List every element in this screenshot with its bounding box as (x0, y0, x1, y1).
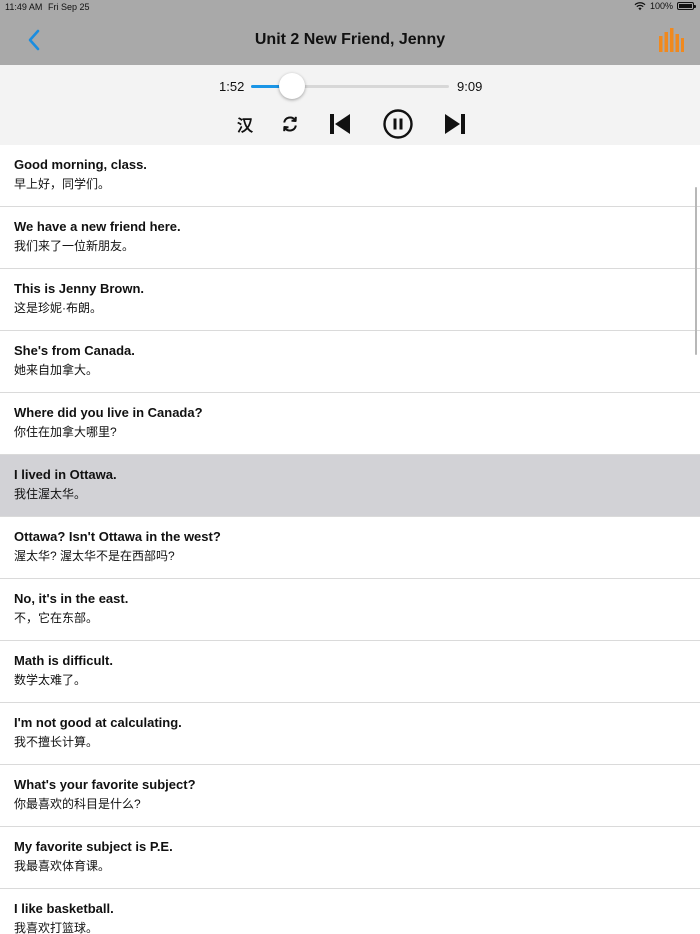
total-time: 9:09 (457, 79, 483, 94)
sentence-english: What's your favorite subject? (14, 777, 196, 792)
wifi-icon (634, 2, 646, 11)
sentence-chinese: 她来自加拿大。 (14, 363, 99, 377)
sentence-row[interactable]: I lived in Ottawa. 我住渥太华。 (0, 455, 700, 517)
status-bar: 11:49 AM Fri Sep 25 100% (0, 0, 700, 14)
status-time: 11:49 AM (5, 2, 43, 12)
previous-button[interactable] (329, 110, 351, 138)
sentence-english: Math is difficult. (14, 653, 113, 668)
top-bar: 11:49 AM Fri Sep 25 100% Unit 2 New Frie… (0, 0, 700, 65)
sentence-row[interactable]: Ottawa? Isn't Ottawa in the west? 渥太华? 渥太… (0, 517, 700, 579)
sentence-row[interactable]: Math is difficult. 数学太难了。 (0, 641, 700, 703)
sentence-row[interactable]: This is Jenny Brown. 这是珍妮·布朗。 (0, 269, 700, 331)
sentence-english: I like basketball. (14, 901, 114, 916)
pause-button[interactable] (383, 109, 413, 139)
sentence-chinese: 我最喜欢体育课。 (14, 859, 111, 873)
sentence-english: Good morning, class. (14, 157, 147, 172)
battery-percent: 100% (649, 1, 673, 11)
sentence-chinese: 我不擅长计算。 (14, 735, 99, 749)
sentence-row[interactable]: No, it's in the east. 不，它在东部。 (0, 579, 700, 641)
sentence-row[interactable]: What's your favorite subject? 你最喜欢的科目是什么? (0, 765, 700, 827)
sentence-row[interactable]: Good morning, class. 早上好，同学们。 (0, 145, 700, 207)
sentence-chinese: 我喜欢打篮球。 (14, 921, 99, 934)
sentence-row[interactable]: My favorite subject is P.E. 我最喜欢体育课。 (0, 827, 700, 889)
sentence-chinese: 这是珍妮·布朗。 (14, 301, 102, 315)
sentence-row[interactable]: We have a new friend here. 我们来了一位新朋友。 (0, 207, 700, 269)
sentence-chinese: 你最喜欢的科目是什么? (14, 797, 141, 811)
sentence-english: I lived in Ottawa. (14, 467, 117, 482)
sentence-chinese: 我住渥太华。 (14, 487, 87, 501)
sentence-list: Good morning, class. 早上好，同学们。 We have a ne… (0, 145, 700, 934)
progress-slider[interactable] (251, 73, 449, 99)
progress-thumb[interactable] (278, 73, 305, 99)
sentence-chinese: 你住在加拿大哪里? (14, 425, 117, 439)
sentence-chinese: 渥太华? 渥太华不是在西部吗? (14, 549, 175, 563)
current-time: 1:52 (219, 79, 245, 94)
sentence-row[interactable]: I like basketball. 我喜欢打篮球。 (0, 889, 700, 934)
sentence-english: I'm not good at calculating. (14, 715, 182, 730)
sentence-english: My favorite subject is P.E. (14, 839, 173, 854)
status-indicators: 100% (634, 1, 696, 11)
sentence-english: We have a new friend here. (14, 219, 181, 234)
sentence-english: Ottawa? Isn't Ottawa in the west? (14, 529, 221, 544)
status-date: Fri Sep 25 (48, 2, 90, 12)
audio-player: 1:52 9:09 汉 (0, 65, 700, 145)
sentence-chinese: 我们来了一位新朋友。 (14, 239, 135, 253)
nav-bar: Unit 2 New Friend, Jenny (0, 14, 700, 65)
screen: 11:49 AM Fri Sep 25 100% Unit 2 New Frie… (0, 0, 700, 934)
scrollbar[interactable] (695, 187, 697, 355)
sentence-row[interactable]: I'm not good at calculating. 我不擅长计算。 (0, 703, 700, 765)
sentence-chinese: 不，它在东部。 (14, 611, 99, 625)
sentence-row[interactable]: She's from Canada. 她来自加拿大。 (0, 331, 700, 393)
sentence-english: She's from Canada. (14, 343, 135, 358)
sentence-chinese: 数学太难了。 (14, 673, 87, 687)
sentence-english: Where did you live in Canada? (14, 405, 203, 420)
page-title: Unit 2 New Friend, Jenny (254, 31, 446, 48)
playback-controls: 汉 (0, 109, 700, 140)
equalizer-icon[interactable] (658, 28, 684, 52)
repeat-button[interactable] (280, 110, 300, 138)
sentence-chinese: 早上好，同学们。 (14, 177, 111, 191)
translation-toggle-button[interactable]: 汉 (234, 110, 256, 138)
repeat-icon (283, 116, 297, 132)
sentence-row[interactable]: Where did you live in Canada? 你住在加拿大哪里? (0, 393, 700, 455)
next-button[interactable] (444, 110, 466, 138)
skip-forward-icon (445, 114, 465, 134)
pause-circle-icon (383, 109, 413, 139)
battery-icon (677, 2, 696, 10)
skip-back-icon (330, 114, 350, 134)
sentence-english: This is Jenny Brown. (14, 281, 145, 296)
sentence-english: No, it's in the east. (14, 591, 129, 606)
